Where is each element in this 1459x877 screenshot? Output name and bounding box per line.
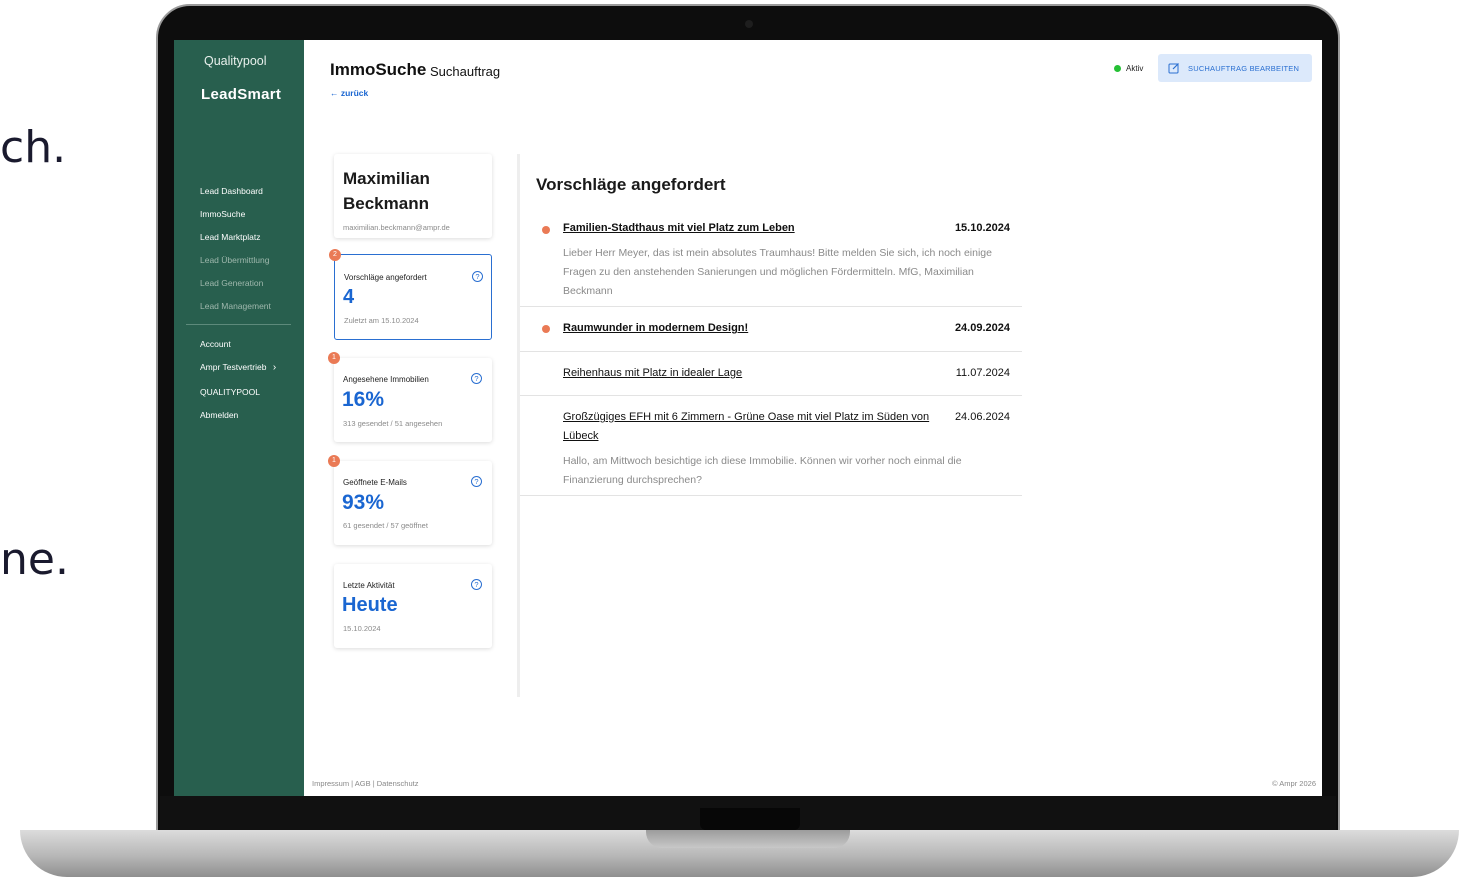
stat-value: 16% — [342, 388, 385, 411]
sidebar-item-immosuche[interactable]: ImmoSuche — [200, 209, 245, 219]
proposal-title[interactable]: Familien-Stadthaus mit viel Platz zum Le… — [563, 219, 943, 238]
back-link[interactable]: ← zurück — [330, 88, 368, 98]
stat-subtext: Zuletzt am 15.10.2024 — [344, 316, 419, 325]
sidebar-item-lead-management[interactable]: Lead Management — [200, 301, 271, 311]
proposal-title[interactable]: Reihenhaus mit Platz in idealer Lage — [563, 364, 943, 383]
page-subtitle: Suchauftrag — [430, 64, 501, 79]
edit-icon — [1168, 63, 1179, 74]
edit-button-label: SUCHAUFTRAG BEARBEITEN — [1188, 63, 1300, 73]
sidebar-item-qualitypool[interactable]: QUALITYPOOL — [200, 387, 260, 397]
notification-badge: 2 — [329, 249, 341, 261]
chevron-right-icon: › — [272, 362, 277, 373]
proposal-date: 15.10.2024 — [954, 222, 1010, 234]
camera-icon — [745, 20, 753, 28]
proposals-heading: Vorschläge angefordert — [536, 175, 726, 194]
help-icon[interactable]: ? — [472, 271, 483, 282]
stat-value: 93% — [342, 491, 385, 514]
edit-search-button[interactable]: SUCHAUFTRAG BEARBEITEN — [1158, 54, 1312, 82]
stat-subtext: 15.10.2024 — [343, 624, 381, 633]
sidebar: Qualitypool LeadSmart Lead Dashboard Imm… — [174, 40, 304, 796]
unread-dot — [542, 325, 550, 333]
footer-link-agb[interactable]: AGB — [355, 779, 371, 788]
status-label: Aktiv — [1126, 64, 1144, 73]
stat-card-proposals[interactable]: 2 Vorschläge angefordert ? 4 Zuletzt am … — [329, 249, 492, 340]
sidebar-item-lead-dashboard[interactable]: Lead Dashboard — [200, 186, 263, 196]
stat-title: Letzte Aktivität — [343, 581, 395, 590]
sidebar-item-abmelden[interactable]: Abmelden — [200, 410, 238, 420]
sidebar-item-account[interactable]: Account — [200, 339, 231, 349]
stat-subtext: 313 gesendet / 51 angesehen — [343, 419, 443, 428]
proposal-date: 24.06.2024 — [954, 411, 1010, 423]
stat-value: 4 — [343, 286, 355, 308]
status-dot — [1114, 65, 1121, 72]
stat-title: Angesehene Immobilien — [343, 375, 429, 384]
list-item[interactable]: Großzügiges EFH mit 6 Zimmern - Grüne Oa… — [520, 396, 1022, 496]
person-email: maximilian.beckmann@ampr.de — [343, 223, 450, 232]
proposal-message: Hallo, am Mittwoch besichtige ich diese … — [563, 455, 962, 486]
brand-logo[interactable]: LeadSmart — [201, 86, 281, 103]
help-icon[interactable]: ? — [471, 373, 482, 384]
stat-value: Heute — [342, 594, 398, 616]
list-item[interactable]: Reihenhaus mit Platz in idealer Lage 11.… — [520, 352, 1022, 396]
list-item[interactable]: Familien-Stadthaus mit viel Platz zum Le… — [520, 210, 1022, 307]
stat-subtext: 61 gesendet / 57 geöffnet — [343, 521, 428, 530]
stat-card-viewed[interactable]: 1 Angesehene Immobilien ? 16% 313 gesend… — [328, 352, 492, 442]
proposal-title[interactable]: Raumwunder in modernem Design! — [563, 319, 943, 338]
proposal-date: 11.07.2024 — [955, 367, 1010, 379]
screen: Qualitypool LeadSmart Lead Dashboard Imm… — [174, 40, 1322, 796]
background-text-2: ne. — [0, 534, 69, 585]
stat-card-last-activity[interactable]: Letzte Aktivität ? Heute 15.10.2024 — [334, 564, 492, 648]
person-card: Maximilian Beckmann maximilian.beckmann@… — [334, 154, 492, 238]
person-first-name: Maximilian — [343, 169, 430, 188]
proposal-title[interactable]: Großzügiges EFH mit 6 Zimmern - Grüne Oa… — [563, 408, 943, 446]
page-title: ImmoSuche — [330, 60, 427, 79]
sidebar-divider — [186, 324, 291, 325]
person-name: Maximilian Beckmann — [343, 166, 430, 216]
laptop-base-cutout — [646, 830, 850, 848]
help-icon[interactable]: ? — [471, 579, 482, 590]
footer-link-datenschutz[interactable]: Datenschutz — [377, 779, 419, 788]
stat-title: Geöffnete E-Mails — [343, 478, 407, 487]
notification-badge: 1 — [328, 352, 340, 364]
sidebar-item-lead-marktplatz[interactable]: Lead Marktplatz — [200, 232, 260, 242]
sidebar-item-lead-generation[interactable]: Lead Generation — [200, 278, 263, 288]
notification-badge: 1 — [328, 455, 340, 467]
background-text-1: ch. — [0, 122, 67, 173]
help-icon[interactable]: ? — [471, 476, 482, 487]
sidebar-item-lead-uebermittlung[interactable]: Lead Übermittlung — [200, 255, 269, 265]
brand-top: Qualitypool — [204, 54, 267, 68]
unread-dot — [542, 226, 550, 234]
footer-link-impressum[interactable]: Impressum — [312, 779, 349, 788]
footer-copyright: © Ampr 2026 — [1272, 779, 1316, 788]
stat-title: Vorschläge angefordert — [344, 273, 427, 282]
person-last-name: Beckmann — [343, 194, 429, 213]
footer-links: Impressum | AGB | Datenschutz — [312, 779, 419, 788]
laptop-notch — [700, 808, 800, 830]
list-item[interactable]: Raumwunder in modernem Design! 24.09.202… — [520, 307, 1022, 352]
sidebar-item-label: Ampr Testvertrieb — [200, 362, 267, 372]
sidebar-item-testvertrieb[interactable]: Ampr Testvertrieb › — [200, 362, 276, 373]
stat-card-emails[interactable]: 1 Geöffnete E-Mails ? 93% 61 gesendet / … — [328, 455, 492, 545]
proposal-message: Lieber Herr Meyer, das ist mein absolute… — [563, 247, 992, 297]
proposal-date: 24.09.2024 — [954, 322, 1010, 334]
